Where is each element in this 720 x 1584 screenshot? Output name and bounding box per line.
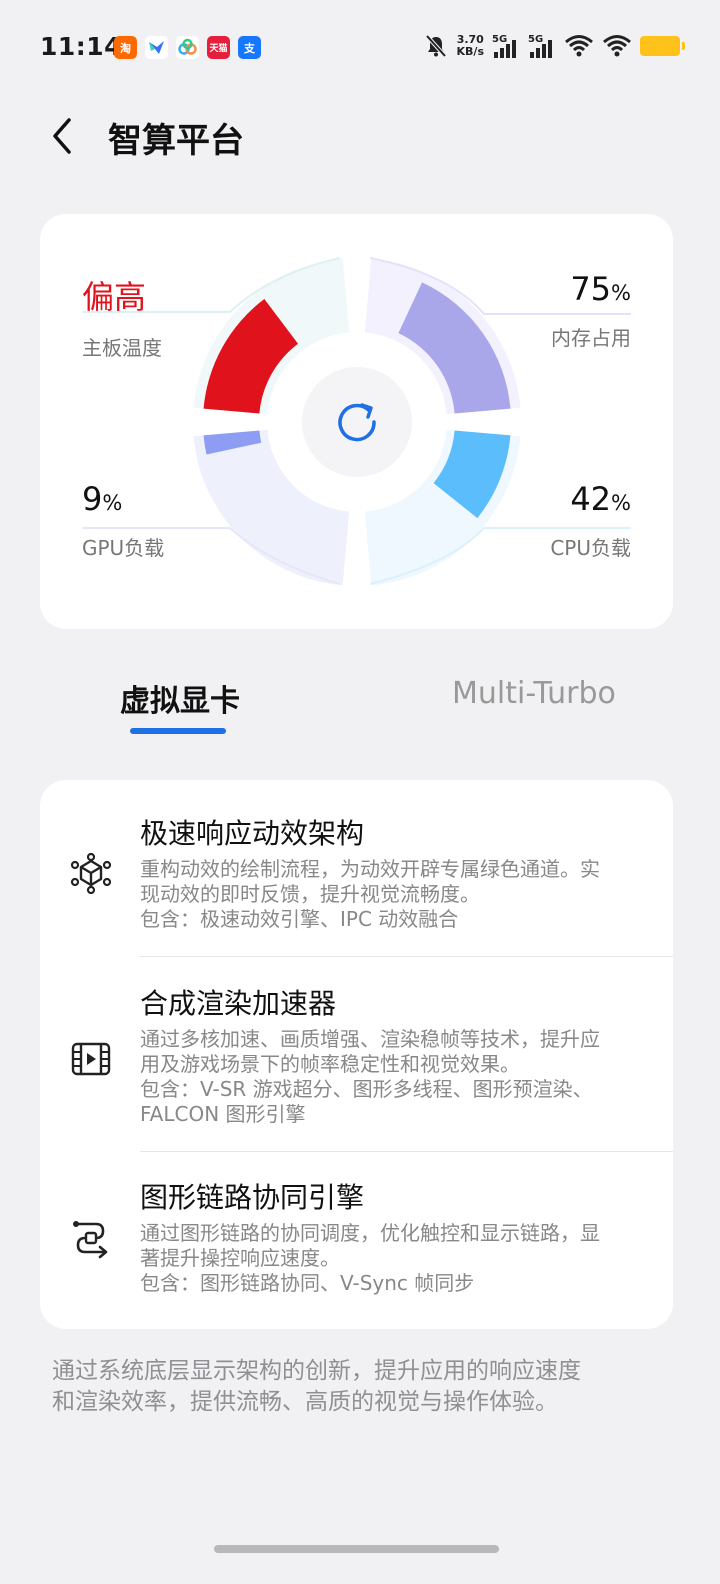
feature-desc-line: FALCON 图形引擎 [140,1102,306,1126]
battery-icon [640,36,685,56]
memory-metric: 75% 内存占用 [551,270,631,351]
system-status-card: 偏高 主板温度 75% 内存占用 9% GPU负载 42% CPU负载 [40,214,673,629]
divider [140,956,673,957]
page-title: 智算平台 [108,121,244,161]
feature-desc-line: 重构动效的绘制流程，为动效开辟专属绿色通道。实 [140,857,600,881]
signal-bars-icon [494,40,516,58]
chevron-left-icon [53,118,71,154]
status-bar: 11:14 淘 天猫 支 3.70 KB/s 5G 5G [0,0,720,96]
status-right: 3.70 KB/s 5G 5G [423,32,685,60]
cube-network-icon [70,852,112,894]
feature-desc-line: 包含：图形链路协同、V-Sync 帧同步 [140,1271,475,1295]
memory-value: 75 [570,270,612,308]
feature-desc-line: 包含：V-SR 游戏超分、图形多线程、图形预渲染、 [140,1077,593,1101]
footer-line: 通过系统底层显示架构的创新，提升应用的响应速度 [52,1358,581,1384]
refresh-button[interactable] [302,367,412,477]
cpu-unit: % [611,491,631,515]
gpu-value: 9 [82,480,103,518]
feature-item-animation-architecture[interactable]: 极速响应动效架构 重构动效的绘制流程，为动效开辟专属绿色通道。实 现动效的即时反… [40,812,673,972]
link-route-icon [73,1221,108,1259]
wifi-icon [565,35,593,57]
feature-desc-line: 通过多核加速、画质增强、渲染稳帧等技术，提升应 [140,1027,600,1051]
feature-desc-line: 包含：极速动效引擎、IPC 动效融合 [140,907,459,931]
tab-multi-turbo[interactable]: Multi-Turbo [452,676,616,711]
cpu-label: CPU负载 [550,536,631,560]
feishu-icon [145,36,168,59]
memory-label: 内存占用 [551,326,631,350]
alipay-icon: 支 [238,36,261,59]
cpu-metric: 42% CPU负载 [550,480,631,561]
sim2-signal: 5G [528,32,556,60]
mute-icon [425,34,447,58]
sim1-signal: 5G [492,32,520,60]
feature-list-card: 极速响应动效架构 重构动效的绘制流程，为动效开辟专属绿色通道。实 现动效的即时反… [40,780,673,1329]
baidu-netdisk-icon [176,36,199,59]
temp-segment [203,299,299,414]
board-temp-metric: 偏高 主板温度 [82,272,162,361]
tmall-icon: 天猫 [207,36,230,59]
tab-virtual-gpu[interactable]: 虚拟显卡 [120,676,240,720]
feature-item-render-accelerator[interactable]: 合成渲染加速器 通过多核加速、画质增强、渲染稳帧等技术，提升应 用及游戏场景下的… [40,982,673,1152]
feature-desc-line: 现动效的即时反馈，提升视觉流畅度。 [140,882,480,906]
gpu-segment [203,430,262,455]
feature-desc-line: 通过图形链路的协同调度，优化触控和显示链路，显 [140,1221,600,1245]
gpu-unit: % [102,491,123,515]
board-temp-label: 主板温度 [82,336,162,360]
divider [140,1151,673,1152]
feature-description: 通过图形链路的协同调度，优化触控和显示链路，显 著提升操控响应速度。 包含：图形… [140,1221,650,1296]
feature-title: 图形链路协同引擎 [140,1181,365,1214]
feature-description: 通过多核加速、画质增强、渲染稳帧等技术，提升应 用及游戏场景下的帧率稳定性和视觉… [140,1027,650,1127]
taobao-icon: 淘 [114,36,137,59]
feature-item-graphics-link-engine[interactable]: 图形链路协同引擎 通过图形链路的协同调度，优化触控和显示链路，显 著提升操控响应… [40,1176,673,1316]
cpu-value: 42 [570,480,612,518]
notification-app-icons: 淘 天猫 支 [114,36,261,59]
cpu-segment [433,430,511,519]
signal-bars-icon [530,40,552,58]
gpu-metric: 9% GPU负载 [82,480,164,561]
back-button[interactable] [38,112,86,160]
network-speed-unit: KB/s [456,45,484,58]
footer-line: 和渲染效率，提供流畅、高质的视觉与操作体验。 [52,1389,558,1415]
home-indicator[interactable] [214,1545,499,1553]
network-speed: 3.70 KB/s [457,34,484,58]
feature-description: 重构动效的绘制流程，为动效开辟专属绿色通道。实 现动效的即时反馈，提升视觉流畅度… [140,857,650,932]
tab-bar: 虚拟显卡 Multi-Turbo [40,676,680,740]
feature-desc-line: 著提升操控响应速度。 [140,1246,340,1270]
feature-title: 合成渲染加速器 [140,987,337,1020]
film-icon [71,1042,111,1076]
wifi-icon [603,35,631,57]
feature-desc-line: 用及游戏场景下的帧率稳定性和视觉效果。 [140,1052,520,1076]
memory-segment [398,282,511,414]
gpu-label: GPU负载 [82,536,165,560]
active-tab-indicator [130,728,226,734]
footer-description: 通过系统底层显示架构的创新，提升应用的响应速度 和渲染效率，提供流畅、高质的视觉… [52,1356,672,1418]
board-temp-value: 偏高 [82,278,147,316]
feature-title: 极速响应动效架构 [140,817,365,850]
memory-unit: % [611,281,631,305]
status-time: 11:14 [40,32,123,61]
